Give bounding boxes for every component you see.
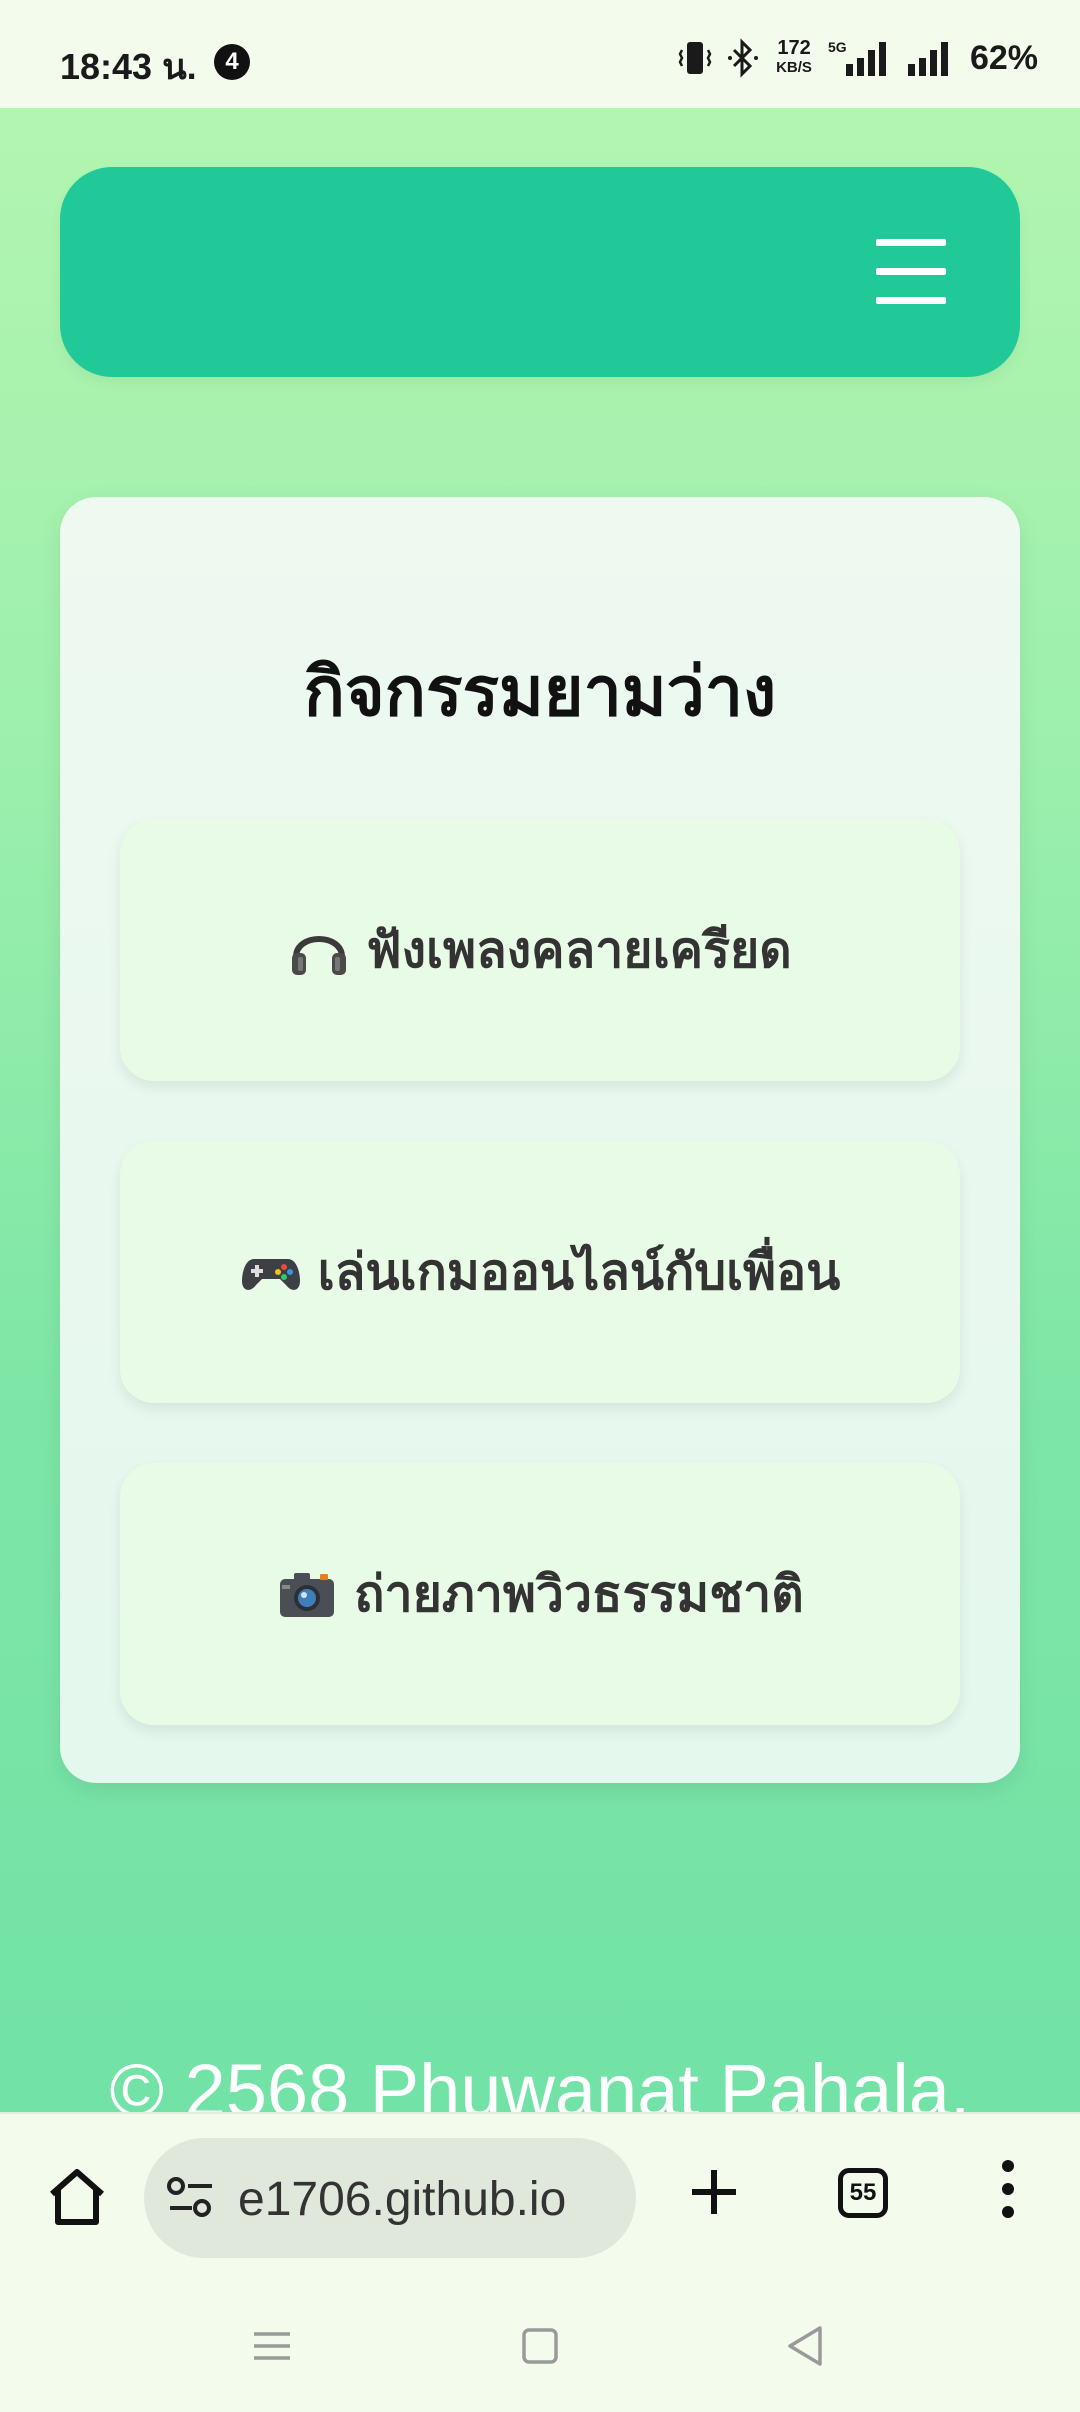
headphones-icon — [292, 936, 347, 975]
signal-5g-icon: 5G — [828, 39, 886, 76]
browser-toolbar: e1706.github.io 55 — [0, 2112, 1080, 2284]
back-icon[interactable] — [780, 2320, 832, 2372]
status-time: 18:43 น. — [60, 46, 197, 87]
new-tab-icon[interactable] — [688, 2166, 740, 2218]
activity-label: เล่นเกมออนไลน์กับเพื่อน — [317, 1242, 841, 1301]
web-page: กิจกรรมยามว่าง ฟังเพลงคลายเครียด เล่นเกม… — [0, 108, 1080, 2112]
url-text: e1706.github.io — [238, 2173, 567, 2226]
activities-card: กิจกรรมยามว่าง ฟังเพลงคลายเครียด เล่นเกม… — [60, 497, 1020, 1783]
home-icon[interactable] — [44, 2164, 110, 2230]
tab-switcher-button[interactable]: 55 — [838, 2168, 888, 2218]
more-options-icon[interactable] — [996, 2160, 1020, 2224]
activity-item-music[interactable]: ฟังเพลงคลายเครียด — [120, 819, 960, 1081]
hamburger-icon[interactable] — [876, 237, 946, 307]
footer-copyright: © 2568 Phuwanat Pahala. — [109, 2049, 971, 2112]
signal-icon — [907, 42, 948, 76]
recents-icon[interactable] — [246, 2320, 298, 2372]
svg-text:5G: 5G — [828, 39, 847, 55]
network-speed: 172 KB/S — [776, 38, 812, 78]
activity-label: ฟังเพลงคลายเครียด — [366, 920, 792, 979]
activity-item-gaming[interactable]: เล่นเกมออนไลน์กับเพื่อน — [120, 1141, 960, 1403]
bluetooth-icon — [728, 38, 759, 78]
site-settings-icon[interactable] — [166, 2176, 216, 2220]
vibrate-icon — [678, 42, 712, 74]
camera-icon — [280, 1573, 335, 1617]
card-title: กิจกรรมยามว่าง — [303, 653, 777, 732]
activity-label: ถ่ายภาพวิวธรรมชาติ — [354, 1564, 804, 1623]
notification-badge: 4 — [214, 44, 250, 80]
home-square-icon[interactable] — [514, 2320, 566, 2372]
address-bar[interactable]: e1706.github.io — [144, 2138, 636, 2258]
system-nav-bar — [0, 2282, 1080, 2412]
battery-level: 62% — [969, 38, 1038, 77]
activity-item-photography[interactable]: ถ่ายภาพวิวธรรมชาติ — [120, 1463, 960, 1725]
site-header — [60, 167, 1020, 377]
status-icons: 172 KB/S 5G 62% — [678, 36, 1038, 80]
speed-value: 172 — [777, 37, 811, 59]
speed-unit: KB/S — [776, 59, 812, 76]
gamepad-icon — [241, 1259, 300, 1290]
status-bar: 18:43 น. 4 172 KB/S 5G 62% — [0, 0, 1080, 108]
